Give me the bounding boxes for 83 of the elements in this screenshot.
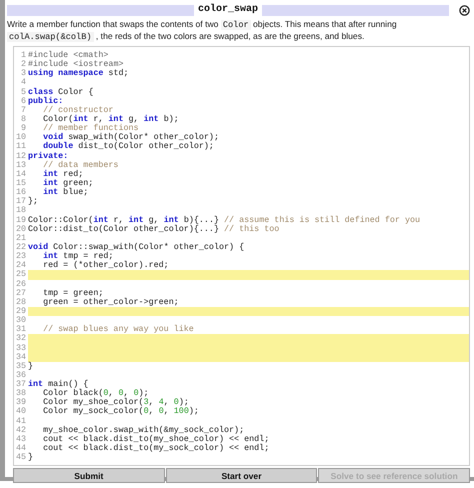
line-number: 29	[14, 306, 27, 316]
code-line: #include <iostream>	[28, 60, 124, 70]
action-button[interactable]: Submit	[13, 468, 165, 484]
line-number: 34	[14, 352, 27, 362]
line-number: 32	[14, 334, 27, 344]
code-line: Color my_shoe_color(3, 4, 0);	[43, 398, 190, 408]
code-line: class Color {	[28, 88, 94, 97]
line-number: 3	[20, 69, 27, 78]
line-number: 4	[20, 78, 27, 88]
line-number: 45	[14, 453, 27, 462]
line-number: 9	[20, 124, 27, 134]
line-number: 41	[14, 416, 27, 426]
line-number: 6	[20, 96, 27, 106]
line-number: 15	[14, 178, 27, 188]
code-line: #include <cmath>	[28, 51, 108, 60]
code-line: cout << black.dist_to(my_sock_color) << endl;	[43, 444, 270, 454]
line-number: 26	[14, 280, 27, 289]
code-line: tmp = green;	[43, 288, 104, 298]
code-line: // constructor	[43, 106, 114, 115]
line-number: 21	[14, 234, 27, 243]
code-line: Color::Color(int r, int g, int b){...} // assume this is still defined for you	[28, 216, 422, 225]
code-line: int main() {	[28, 380, 88, 390]
code-line: Color black(0, 0, 0);	[43, 389, 150, 398]
line-number: 36	[14, 370, 27, 380]
line-number: 38	[14, 389, 27, 398]
code-line: int red;	[43, 170, 84, 179]
line-number: 1	[20, 51, 27, 60]
line-number: 31	[14, 325, 27, 334]
code-line: using namespace std;	[28, 69, 130, 78]
code-line: int green;	[43, 178, 94, 188]
line-number: 28	[14, 298, 27, 307]
code-line: // member functions	[43, 124, 139, 134]
line-number: 11	[14, 142, 27, 152]
line-number: 7	[20, 106, 27, 115]
close-icon[interactable]	[459, 4, 470, 16]
code-line: green = other_color->green;	[43, 298, 180, 307]
code-line: double dist_to(Color other_color);	[43, 142, 214, 152]
line-number: 19	[14, 216, 27, 225]
line-number: 27	[14, 288, 27, 298]
line-number: 25	[14, 270, 27, 280]
line-number: 37	[14, 380, 27, 390]
code-line: // swap blues any way you like	[43, 325, 195, 334]
code-line: }	[28, 362, 34, 371]
line-number: 24	[14, 261, 27, 270]
line-number: 43	[14, 434, 27, 444]
line-number: 35	[14, 362, 27, 371]
code-line: // data members	[43, 160, 120, 170]
problem-title: color_swap	[194, 4, 262, 16]
line-number: 16	[14, 188, 27, 198]
code-line: Color(int r, int g, int b);	[43, 114, 180, 124]
code-line: void Color::swap_with(Color* other_color) {	[28, 242, 246, 252]
line-number: 2	[20, 60, 27, 70]
line-number: 22	[14, 242, 27, 252]
line-number: 13	[14, 160, 27, 170]
problem-description: Write a member function that swaps the contents of two Color objects. This means that after running colA.swap(&colB) , the reds of the two colors are swapped, as are the greens, and blues.	[7, 19, 398, 43]
line-number: 8	[20, 114, 27, 124]
code-line: public:	[28, 96, 64, 106]
line-number: 18	[14, 206, 27, 216]
line-number: 30	[14, 316, 27, 326]
line-number: 39	[14, 398, 27, 408]
action-button[interactable]: Start over	[166, 468, 318, 484]
code-line: }	[28, 453, 34, 462]
line-number: 17	[14, 197, 27, 206]
line-number: 14	[14, 170, 27, 179]
line-number: 5	[20, 88, 27, 97]
line-number: 40	[14, 407, 27, 417]
line-number: 42	[14, 426, 27, 435]
line-number: 44	[14, 444, 27, 454]
line-number: 33	[14, 344, 27, 353]
code-line: int blue;	[43, 188, 88, 198]
line-number: 10	[14, 133, 27, 142]
code-line: };	[28, 197, 40, 206]
code-line: my_shoe_color.swap_with(&my_sock_color);	[43, 426, 244, 435]
code-line: int tmp = red;	[43, 252, 114, 262]
code-line: red = (*other_color).red;	[43, 261, 170, 270]
line-number: 23	[14, 252, 27, 262]
code-line: Color my_sock_color(0, 0, 100);	[43, 407, 200, 417]
line-number: 20	[14, 224, 27, 234]
code-line: private:	[28, 152, 68, 161]
code-line: void swap_with(Color* other_color);	[43, 133, 220, 142]
line-number: 12	[14, 152, 27, 161]
code-line: Color::dist_to(Color other_color){...} // this too	[28, 224, 280, 234]
code-line: cout << black.dist_to(my_shoe_color) << endl;	[43, 434, 270, 444]
